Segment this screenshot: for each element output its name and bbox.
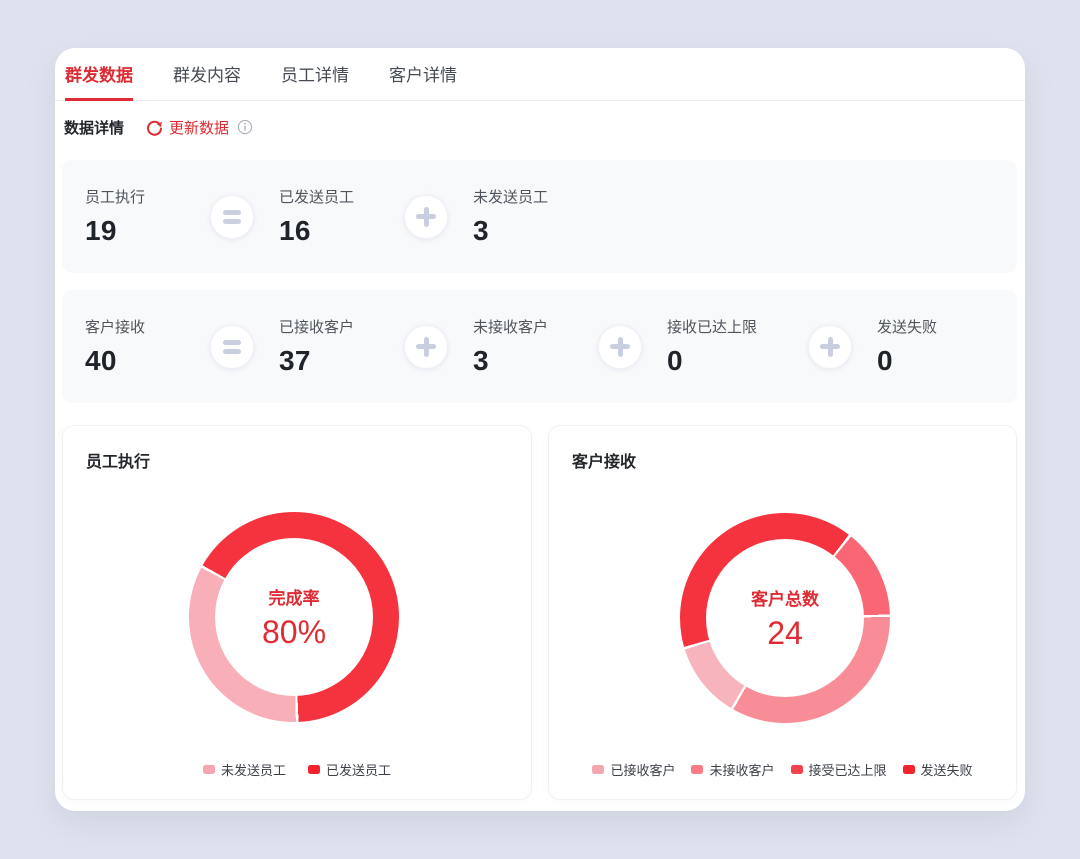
customer-stats-card: 客户接收 40 已接收客户 37 未接收客户 3 接收已达上限 0 发送失败 0 [62,290,1017,403]
legend-swatch [203,765,215,774]
stat-value: 40 [85,345,185,377]
stat-send-failed: 发送失败 0 [877,316,977,377]
stat-employee-unsent: 未发送员工 3 [473,186,573,247]
legend-label: 发送失败 [921,760,973,779]
stat-label: 未接收客户 [473,316,573,337]
legend-swatch [691,765,703,774]
equals-icon [210,325,254,369]
info-icon[interactable] [237,119,253,135]
donut-center-value: 24 [767,615,803,652]
legend-label: 已接收客户 [610,760,675,779]
tab-employee-detail[interactable]: 员工详情 [281,48,349,101]
plus-icon [598,325,642,369]
legend-swatch [791,765,803,774]
stat-label: 发送失败 [877,316,977,337]
chart-title: 客户接收 [572,448,636,472]
refresh-label: 更新数据 [169,117,229,138]
legend-label: 接受已达上限 [809,760,887,779]
customer-reception-chart-card: 客户接收 客户总数 24 已接收客户 未接收客户 接受已达上限 发送失败 [548,425,1017,800]
chart-title: 员工执行 [86,448,150,472]
stat-customer-total: 客户接收 40 [85,316,185,377]
customer-donut-chart: 客户总数 24 [680,513,890,723]
main-panel: 群发数据 群发内容 员工详情 客户详情 数据详情 更新数据 员工 [55,48,1025,811]
stat-value: 19 [85,215,185,247]
refresh-data-button[interactable]: 更新数据 [146,117,229,138]
plus-icon [404,325,448,369]
stat-label: 已发送员工 [279,186,379,207]
plus-icon [808,325,852,369]
section-title: 数据详情 [64,117,124,138]
stat-employee-sent: 已发送员工 16 [279,186,379,247]
legend-item-sent-employee[interactable]: 已发送员工 [308,760,391,779]
plus-icon [404,195,448,239]
donut-center: 完成率 80% [215,538,373,696]
stat-customer-not-received: 未接收客户 3 [473,316,573,377]
legend-item-not-received-customer[interactable]: 未接收客户 [691,760,774,779]
employee-execution-chart-card: 员工执行 完成率 80% 未发送员工 已发送员工 [62,425,532,800]
chart-legend: 未发送员工 已发送员工 [63,760,531,779]
tab-mass-send-content[interactable]: 群发内容 [173,48,241,101]
stat-label: 客户接收 [85,316,185,337]
legend-swatch [308,765,320,774]
chart-legend: 已接收客户 未接收客户 接受已达上限 发送失败 [549,760,1016,779]
employee-stats-card: 员工执行 19 已发送员工 16 未发送员工 3 [62,160,1017,273]
donut-center-label: 完成率 [269,584,320,609]
refresh-icon [146,119,163,136]
donut-center-label: 客户总数 [751,585,819,610]
legend-label: 已发送员工 [326,760,391,779]
legend-swatch [592,765,604,774]
stat-customer-limit-reached: 接收已达上限 0 [667,316,783,377]
donut-center: 客户总数 24 [706,539,864,697]
stat-employee-total: 员工执行 19 [85,186,185,247]
stat-label: 员工执行 [85,186,185,207]
legend-item-send-failed[interactable]: 发送失败 [903,760,973,779]
detail-header: 数据详情 更新数据 [64,116,253,138]
stat-value: 3 [473,345,573,377]
legend-item-received-customer[interactable]: 已接收客户 [592,760,675,779]
tab-mass-send-data[interactable]: 群发数据 [65,48,133,101]
stat-label: 未发送员工 [473,186,573,207]
stat-value: 0 [667,345,783,377]
donut-center-value: 80% [262,614,326,651]
stat-label: 已接收客户 [279,316,379,337]
legend-item-limit-reached[interactable]: 接受已达上限 [791,760,887,779]
stat-value: 37 [279,345,379,377]
tab-customer-detail[interactable]: 客户详情 [389,48,457,101]
stat-value: 16 [279,215,379,247]
legend-label: 未发送员工 [221,760,286,779]
employee-donut-chart: 完成率 80% [189,512,399,722]
legend-label: 未接收客户 [709,760,774,779]
equals-icon [210,195,254,239]
legend-swatch [903,765,915,774]
legend-item-unsent-employee[interactable]: 未发送员工 [203,760,286,779]
stat-value: 3 [473,215,573,247]
stat-customer-received: 已接收客户 37 [279,316,379,377]
stat-label: 接收已达上限 [667,316,783,337]
stat-value: 0 [877,345,977,377]
tab-bar: 群发数据 群发内容 员工详情 客户详情 [55,48,1025,101]
